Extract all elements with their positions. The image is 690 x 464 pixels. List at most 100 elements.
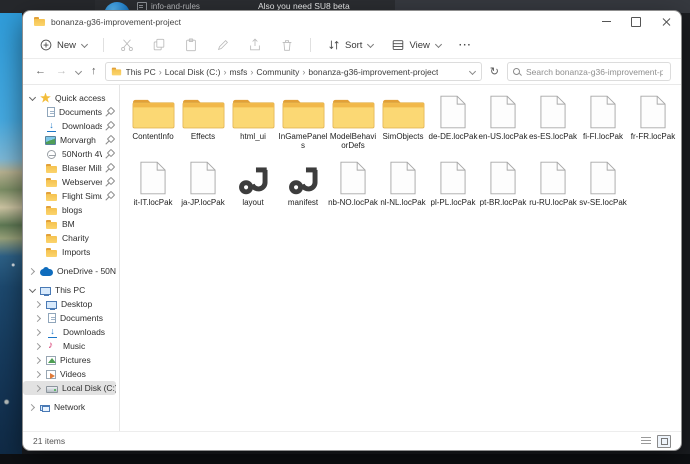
items-count: 21 items [33, 436, 65, 446]
file-item[interactable]: ModelBehaviorDefs [328, 91, 378, 155]
sidebar-item[interactable]: Local Disk (C:) [23, 381, 116, 395]
breadcrumb-segment[interactable]: Community › [256, 67, 306, 77]
file-item[interactable]: nb-NO.locPak [328, 157, 378, 221]
file-item[interactable]: SimObjects [378, 91, 428, 155]
sidebar-item[interactable]: Charity [23, 231, 116, 245]
sidebar-item[interactable]: Documents [23, 311, 116, 325]
file-item[interactable]: InGamePanels [278, 91, 328, 155]
sidebar-item[interactable]: Morvargh [23, 133, 116, 147]
file-item[interactable]: pt-BR.locPak [478, 157, 528, 221]
ellipsis-icon: ··· [459, 40, 472, 51]
pin-icon [106, 192, 114, 201]
view-button[interactable]: View [387, 36, 444, 54]
sidebar-item-quick-access[interactable]: Quick access [23, 91, 116, 105]
folder-icon [45, 163, 58, 174]
paste-icon [184, 38, 198, 52]
videos-icon [46, 370, 56, 379]
sidebar-item[interactable]: blogs [23, 203, 116, 217]
address-bar[interactable]: This PC › Local Disk (C:) › msfs › Commu… [105, 62, 482, 81]
file-grid: ContentInfo [128, 91, 680, 223]
file-icon [490, 95, 516, 129]
file-icon [540, 161, 566, 195]
refresh-button[interactable]: ↻ [488, 65, 501, 78]
cut-button[interactable] [116, 36, 138, 54]
chevron-right-icon [29, 404, 36, 411]
close-button[interactable] [651, 11, 681, 32]
sidebar-item-network[interactable]: Network [23, 400, 116, 414]
sidebar-item[interactable]: Desktop [23, 297, 116, 311]
file-item[interactable]: en-US.locPak [478, 91, 528, 155]
paste-button[interactable] [180, 36, 202, 54]
file-item[interactable]: nl-NL.locPak [378, 157, 428, 221]
chevron-right-icon [35, 343, 42, 350]
sidebar-item[interactable]: Imports [23, 245, 116, 259]
folder-icon [132, 97, 175, 129]
this-pc-list: Desktop Documents Downloads M [23, 297, 119, 395]
file-item[interactable]: sv-SE.locPak [578, 157, 628, 221]
delete-button[interactable] [276, 36, 298, 54]
sidebar-item[interactable]: Pictures [23, 353, 116, 367]
address-dropdown-button[interactable] [469, 68, 477, 76]
file-item[interactable]: ContentInfo [128, 91, 178, 155]
up-button[interactable]: ↑ [89, 66, 99, 77]
copy-icon [152, 38, 166, 52]
file-item[interactable]: layout [228, 157, 278, 221]
file-item[interactable]: pl-PL.locPak [428, 157, 478, 221]
file-item[interactable]: manifest [278, 157, 328, 221]
file-item[interactable]: ja-JP.locPak [178, 157, 228, 221]
see-more-button[interactable]: ··· [455, 38, 476, 53]
copy-button[interactable] [148, 36, 170, 54]
sidebar-item[interactable]: Downloads [23, 325, 116, 339]
breadcrumb-segment[interactable]: This PC › [126, 67, 163, 77]
share-button[interactable] [244, 36, 266, 54]
breadcrumb-segment[interactable]: msfs › [229, 67, 254, 77]
minimize-button[interactable] [591, 11, 621, 32]
main-area: Quick access Documents Downloads [23, 85, 681, 431]
large-icons-view-button[interactable] [657, 435, 671, 448]
sort-button[interactable]: Sort [323, 36, 377, 54]
pin-icon [106, 108, 114, 117]
sidebar-item[interactable]: Music [23, 339, 116, 353]
sidebar-item[interactable]: 50North 4West [23, 147, 116, 161]
file-item[interactable]: Effects [178, 91, 228, 155]
sidebar-item[interactable]: BM [23, 217, 116, 231]
new-button[interactable]: New [35, 36, 91, 54]
folder-icon [45, 219, 58, 230]
rename-button[interactable] [212, 36, 234, 54]
sidebar-item[interactable]: Webserver Files [23, 175, 116, 189]
chevron-down-icon [29, 95, 36, 102]
folder-icon [332, 97, 375, 129]
sidebar-item[interactable]: Blaser Mills [23, 161, 116, 175]
sidebar-item-onedrive[interactable]: OneDrive - 50North 4West ltd [23, 264, 116, 278]
file-item[interactable]: fi-FI.locPak [578, 91, 628, 155]
file-item[interactable]: ru-RU.locPak [528, 157, 578, 221]
pictures-icon [46, 356, 56, 365]
details-view-button[interactable] [641, 437, 651, 446]
chevron-right-icon: › [222, 67, 227, 77]
download-icon [45, 121, 58, 132]
file-icon [190, 161, 216, 195]
forward-button[interactable]: → [54, 66, 69, 77]
chevron-right-icon [35, 357, 42, 364]
recent-locations-button[interactable] [75, 68, 83, 76]
breadcrumb-segment[interactable]: bonanza-g36-improvement-project › [308, 67, 438, 77]
sidebar-item[interactable]: Flight Simulator [23, 189, 116, 203]
desktop-icon [46, 301, 57, 309]
sidebar-item[interactable]: Documents [23, 105, 116, 119]
folder-icon [45, 177, 58, 188]
breadcrumb-segment[interactable]: Local Disk (C:) › [165, 67, 228, 77]
file-item[interactable]: html_ui [228, 91, 278, 155]
sidebar-item-this-pc[interactable]: This PC [23, 283, 116, 297]
search-input[interactable] [524, 66, 665, 78]
file-item[interactable]: it-IT.locPak [128, 157, 178, 221]
close-icon [661, 17, 671, 27]
file-item[interactable]: de-DE.locPak [428, 91, 478, 155]
status-bar: 21 items [23, 431, 681, 450]
back-button[interactable]: ← [33, 66, 48, 77]
file-item[interactable]: fr-FR.locPak [628, 91, 678, 155]
sidebar-item[interactable]: Videos [23, 367, 116, 381]
sidebar-item[interactable]: Downloads [23, 119, 116, 133]
maximize-button[interactable] [621, 11, 651, 32]
file-item[interactable]: es-ES.locPak [528, 91, 578, 155]
folder-icon [382, 97, 425, 129]
